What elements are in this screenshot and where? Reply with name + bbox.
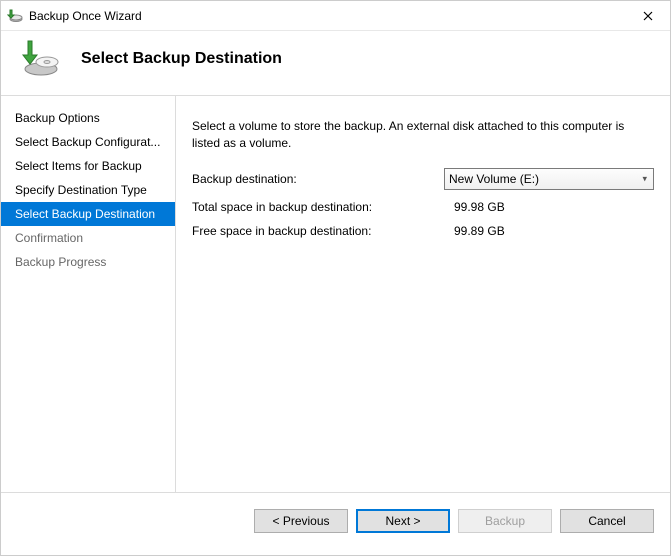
free-space-label: Free space in backup destination:	[192, 224, 454, 238]
step-select-items[interactable]: Select Items for Backup	[1, 154, 175, 178]
total-space-value: 99.98 GB	[454, 200, 654, 214]
dest-selected-value: New Volume (E:)	[449, 172, 539, 186]
total-space-label: Total space in backup destination:	[192, 200, 454, 214]
backup-disc-icon	[19, 39, 59, 79]
window-title: Backup Once Wizard	[29, 9, 142, 23]
titlebar: Backup Once Wizard	[1, 1, 670, 31]
app-icon	[7, 8, 23, 24]
backup-destination-select[interactable]: New Volume (E:) ▾	[444, 168, 654, 190]
previous-button[interactable]: < Previous	[254, 509, 348, 533]
chevron-down-icon: ▾	[642, 173, 647, 184]
step-backup-progress[interactable]: Backup Progress	[1, 250, 175, 274]
footer: < Previous Next > Backup Cancel	[1, 492, 670, 548]
free-space-value: 99.89 GB	[454, 224, 654, 238]
backup-button: Backup	[458, 509, 552, 533]
main-panel: Select a volume to store the backup. An …	[176, 96, 670, 492]
next-button[interactable]: Next >	[356, 509, 450, 533]
step-specify-dest-type[interactable]: Specify Destination Type	[1, 178, 175, 202]
dest-label: Backup destination:	[192, 172, 444, 186]
page-title: Select Backup Destination	[81, 50, 282, 68]
cancel-button[interactable]: Cancel	[560, 509, 654, 533]
wizard-steps-sidebar: Backup Options Select Backup Configurat.…	[1, 96, 176, 492]
step-confirmation[interactable]: Confirmation	[1, 226, 175, 250]
step-select-backup-destination[interactable]: Select Backup Destination	[1, 202, 175, 226]
step-select-backup-config[interactable]: Select Backup Configurat...	[1, 130, 175, 154]
intro-text: Select a volume to store the backup. An …	[192, 118, 654, 152]
header: Select Backup Destination	[1, 31, 670, 96]
close-button[interactable]	[625, 1, 670, 30]
step-backup-options[interactable]: Backup Options	[1, 106, 175, 130]
